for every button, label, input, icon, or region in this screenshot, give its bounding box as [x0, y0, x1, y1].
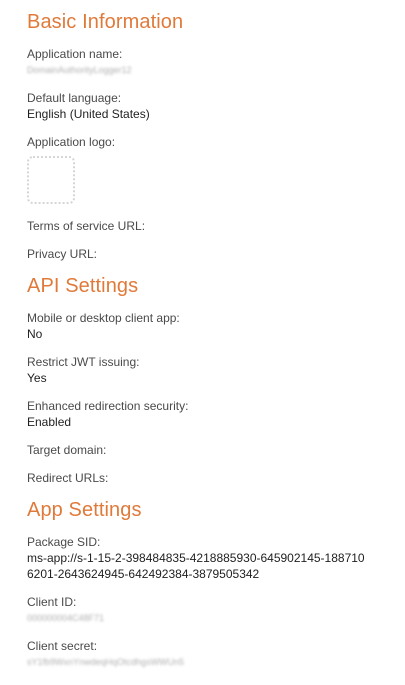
target-domain-label: Target domain:	[27, 443, 107, 457]
restrict-jwt-issuing-field: Restrict JWT issuing: Yes	[27, 354, 378, 386]
default-language-field: Default language: English (United States…	[27, 90, 378, 122]
target-domain-field: Target domain:	[27, 442, 378, 458]
app-settings-page: Basic Information Application name: Doma…	[0, 0, 405, 685]
application-name-field: Application name: DomainAuthorityLogger1…	[27, 46, 378, 78]
client-id-label: Client ID:	[27, 595, 77, 609]
client-secret-field: Client secret: sY1fb9WxnYnwdeqHqOtcdhgsW…	[27, 638, 378, 670]
enhanced-redirection-security-field: Enhanced redirection security: Enabled	[27, 398, 378, 430]
privacy-url-field: Privacy URL:	[27, 246, 378, 262]
application-logo-field: Application logo:	[27, 134, 378, 204]
privacy-url-label: Privacy URL:	[27, 247, 98, 261]
restrict-jwt-issuing-label: Restrict JWT issuing:	[27, 355, 140, 369]
enhanced-redirection-security-value: Enabled	[27, 415, 72, 429]
api-settings-heading: API Settings	[27, 275, 139, 297]
app-settings-heading: App Settings	[27, 499, 142, 521]
terms-of-service-url-label: Terms of service URL:	[27, 219, 146, 233]
application-logo-placeholder	[27, 156, 75, 204]
mobile-desktop-client-app-field: Mobile or desktop client app: No	[27, 310, 378, 342]
package-sid-value: ms-app://s-1-15-2-398484835-4218885930-6…	[27, 551, 365, 581]
terms-of-service-url-field: Terms of service URL:	[27, 218, 378, 234]
redirect-urls-field: Redirect URLs:	[27, 470, 378, 486]
api-settings-section: API Settings Mobile or desktop client ap…	[27, 274, 378, 486]
default-language-value: English (United States)	[27, 107, 150, 121]
client-id-field: Client ID: 000000004C48F71	[27, 594, 378, 626]
enhanced-redirection-security-label: Enhanced redirection security:	[27, 399, 189, 413]
mobile-desktop-client-app-label: Mobile or desktop client app:	[27, 311, 180, 325]
restrict-jwt-issuing-value: Yes	[27, 371, 47, 385]
client-id-value: 000000004C48F71	[27, 613, 105, 623]
application-name-label: Application name:	[27, 47, 123, 61]
application-logo-label: Application logo:	[27, 135, 116, 149]
client-secret-value: sY1fb9WxnYnwdeqHqOtcdhgsWWUn5	[27, 657, 185, 667]
default-language-label: Default language:	[27, 91, 122, 105]
package-sid-field: Package SID: ms-app://s-1-15-2-398484835…	[27, 534, 378, 582]
basic-information-heading: Basic Information	[27, 11, 184, 33]
basic-information-section: Basic Information Application name: Doma…	[27, 10, 378, 262]
app-settings-section: App Settings Package SID: ms-app://s-1-1…	[27, 498, 378, 670]
application-name-value: DomainAuthorityLogger12	[27, 65, 132, 75]
redirect-urls-label: Redirect URLs:	[27, 471, 109, 485]
client-secret-label: Client secret:	[27, 639, 98, 653]
package-sid-label: Package SID:	[27, 535, 101, 549]
mobile-desktop-client-app-value: No	[27, 327, 43, 341]
